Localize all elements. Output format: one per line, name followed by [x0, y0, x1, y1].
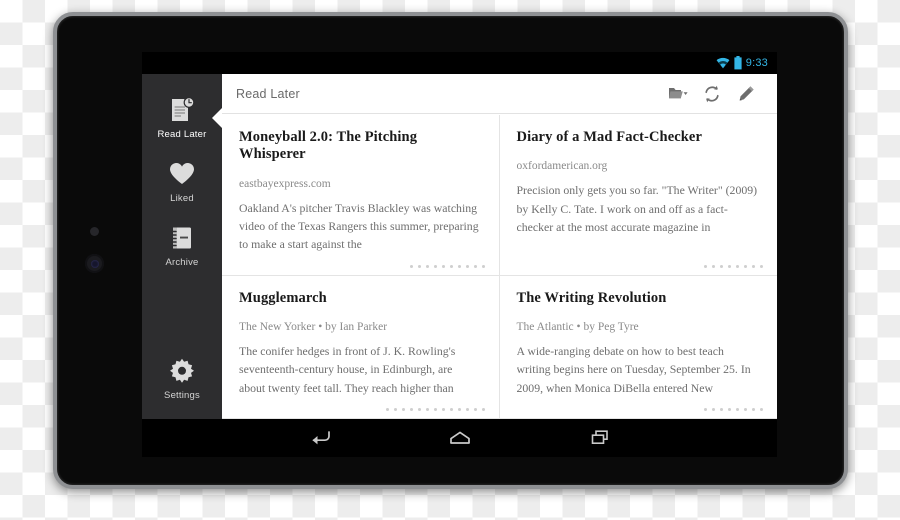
status-bar: 9:33	[142, 52, 777, 74]
article-source: oxfordamerican.org	[516, 160, 608, 173]
archive-box-icon	[171, 227, 191, 249]
sidebar-label: Liked	[170, 193, 194, 204]
page-title: Read Later	[236, 86, 300, 101]
app-window: Read Later Liked Archive Settings Read L…	[142, 74, 777, 419]
article-card[interactable]: Diary of a Mad Fact-Checker oxfordameric…	[499, 115, 777, 276]
sidebar-label: Archive	[165, 257, 199, 268]
sidebar-item-liked[interactable]: Liked	[142, 150, 222, 214]
heart-icon	[170, 162, 194, 184]
edit-button[interactable]	[729, 77, 763, 111]
pencil-edit-icon	[739, 85, 754, 100]
sidebar-item-read-later[interactable]: Read Later	[142, 86, 222, 150]
sidebar-item-archive[interactable]: Archive	[142, 214, 222, 278]
article-title: Moneyball 2.0: The Pitching Whisperer	[239, 129, 418, 163]
recents-button[interactable]	[583, 425, 617, 451]
article-card[interactable]: Mugglemarch The New Yorker • by Ian Park…	[222, 275, 500, 419]
article-card[interactable]: Moneyball 2.0: The Pitching Whisperer ea…	[222, 115, 500, 276]
article-excerpt: A wide-ranging debate on how to best tea…	[516, 344, 751, 395]
article-excerpt: Precision only gets you so far. "The Wri…	[516, 183, 758, 234]
article-source: The New Yorker • by Ian Parker	[239, 321, 388, 334]
progress-dots	[704, 408, 763, 411]
sidebar-label: Settings	[164, 390, 200, 401]
recents-icon	[591, 430, 608, 444]
article-card[interactable]: The Writing Revolution The Atlantic • by…	[499, 276, 777, 419]
sidebar-label: Read Later	[157, 129, 207, 140]
home-button[interactable]	[443, 425, 477, 451]
app-toolbar: Read Later	[222, 74, 777, 114]
folder-dropdown-icon	[669, 88, 688, 99]
android-navigation-bar	[142, 419, 777, 457]
wifi-icon	[716, 57, 730, 69]
home-icon	[449, 431, 470, 444]
gear-icon	[170, 358, 194, 383]
progress-dots	[385, 408, 485, 411]
front-camera	[85, 254, 104, 273]
article-title: Diary of a Mad Fact-Checker	[516, 129, 703, 145]
sync-button[interactable]	[695, 77, 729, 111]
folder-dropdown-button[interactable]	[661, 77, 695, 111]
article-title: Mugglemarch	[239, 289, 327, 306]
article-excerpt: Oakland A's pitcher Travis Blackley was …	[239, 200, 479, 252]
sidebar-item-settings[interactable]: Settings	[142, 347, 222, 411]
article-source: The Atlantic • by Peg Tyre	[516, 321, 639, 334]
battery-icon	[734, 56, 742, 70]
tablet-device: 9:33 Read Later Liked Archive Settings R…	[53, 12, 848, 489]
article-excerpt: The conifer hedges in front of J. K. Row…	[239, 344, 456, 395]
progress-dots	[704, 264, 763, 268]
sidebar: Read Later Liked Archive Settings	[142, 74, 222, 419]
back-button[interactable]	[303, 425, 337, 451]
article-grid: Moneyball 2.0: The Pitching Whisperer ea…	[222, 115, 777, 419]
status-clock: 9:33	[745, 57, 768, 69]
sync-refresh-icon	[705, 85, 719, 102]
document-clock-icon	[172, 97, 195, 121]
device-screen: 9:33 Read Later Liked Archive Settings R…	[142, 52, 777, 457]
back-icon	[312, 431, 330, 445]
article-title: The Writing Revolution	[516, 289, 667, 306]
article-source: eastbayexpress.com	[239, 177, 331, 190]
content-area: Read Later Moneyball 2.0: The Pitching W…	[222, 74, 777, 419]
progress-dots	[409, 264, 485, 268]
sensor-dot	[90, 227, 99, 236]
